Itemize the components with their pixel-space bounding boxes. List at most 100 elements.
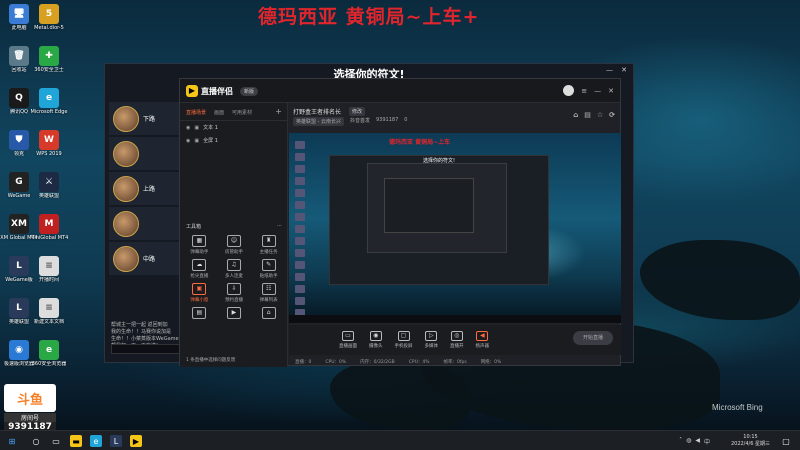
toolbox-item[interactable]: ♫ 多人连麦 <box>217 259 252 279</box>
stream-preview[interactable]: 德玛西亚 黄铜局~上车 选择你的符文! <box>289 133 621 323</box>
version-tag[interactable]: 新版 <box>240 86 259 96</box>
task-view-icon[interactable]: ▭ <box>50 435 62 447</box>
sidebar-tab[interactable]: 画面 <box>214 109 224 116</box>
league-icon[interactable]: L <box>110 435 122 447</box>
douyu-room-badge: 斗鱼 房间号 9391187 <box>4 384 56 432</box>
toolbox-item[interactable]: ♜ 主播任务 <box>251 235 286 255</box>
control-icon: ◎ <box>450 331 463 341</box>
header-tool-icon[interactable]: ▤ <box>584 111 591 119</box>
stream-control-button[interactable]: ▢ 手机投屏 <box>395 331 413 349</box>
tool-label: 房管助手 <box>224 250 243 255</box>
edit-room-button[interactable]: 修改 <box>349 107 366 116</box>
sidebar-tabs: 直播场景 画面 可用素材 <box>180 103 287 121</box>
clock-time: 10:15 <box>743 434 758 440</box>
header-tool-icon[interactable]: ⟳ <box>609 111 615 119</box>
status-item: 直播：0 <box>295 360 312 365</box>
desktop-icon[interactable]: e Microsoft Edge <box>30 88 68 115</box>
chevron-up-icon[interactable]: ˄ <box>679 437 682 446</box>
toolbox-title: 工具箱 <box>186 224 202 230</box>
sidebar-tab[interactable]: 可用素材 <box>232 109 252 116</box>
taskbar: ⊞ ○ ▭ ▬ e L ▶ ˄ ◍ ◀ 中 10:15 2022/4/6 星期三… <box>0 430 800 450</box>
champion-portrait <box>113 175 139 202</box>
toolbox-item[interactable]: ▶ <box>217 307 252 321</box>
lock-icon[interactable]: ▣ <box>194 125 199 131</box>
eye-icon[interactable]: ◉ <box>186 138 190 144</box>
champion-row[interactable]: 上路 <box>109 172 189 205</box>
notification-icon[interactable]: ▢ <box>780 435 792 447</box>
toolbox-item[interactable]: ☷ 弹幕列表 <box>251 283 286 303</box>
source-item[interactable]: ◉ ▣ 文本 1 <box>180 121 287 134</box>
desktop-app-icon: G <box>9 172 29 192</box>
sidebar-tab[interactable]: 直播场景 <box>186 109 206 116</box>
toolbox-item[interactable]: ▤ <box>182 307 217 321</box>
add-source-icon[interactable]: + <box>275 107 282 116</box>
header-tool-icon[interactable]: ⌂ <box>573 111 578 119</box>
lock-icon[interactable]: ▣ <box>194 138 199 144</box>
feedback-link[interactable]: 1 条直播中选择问题反馈 <box>186 357 235 363</box>
toolbox-item[interactable]: ▣ 弹幕小窗 <box>182 283 217 303</box>
desktop-icon[interactable]: W WPS 2019 <box>30 130 68 157</box>
streaming-app-window[interactable]: ▶ 直播伴侣 新版 ≡ — ✕ 直播场景 画面 可用素材 + ◉ ▣ 文本 1 ◉ ▣ 全屏 … <box>179 78 621 367</box>
desktop-icon[interactable]: ✚ 360安全卫士 <box>30 46 68 73</box>
room-info-item[interactable]: 英雄联盟 - 云南长兴 <box>293 117 344 126</box>
avatar[interactable] <box>563 85 575 96</box>
tool-label: 主播任务 <box>259 250 278 255</box>
desktop-app-icon: W <box>39 130 59 150</box>
champion-row[interactable]: 中路 <box>109 242 189 275</box>
clock[interactable]: 10:15 2022/4/6 星期三 <box>731 434 770 448</box>
desktop-icon[interactable]: ⚔ 英雄联盟 <box>30 172 68 199</box>
toolbox-more-icon[interactable]: ⋯ <box>277 223 282 230</box>
menu-icon[interactable]: ≡ <box>581 87 587 95</box>
champion-portrait <box>113 140 139 167</box>
file-explorer-icon[interactable]: ▬ <box>70 435 82 447</box>
desktop-icon[interactable]: ≡ 开播时间 <box>30 256 68 283</box>
toolbox-item[interactable]: ▦ 弹幕助手 <box>182 235 217 255</box>
stream-control-button[interactable]: ◎ 直播开 <box>450 331 464 349</box>
streaming-app-icon[interactable]: ▶ <box>130 435 142 447</box>
stream-control-button[interactable]: ▷ 多媒体 <box>425 331 438 349</box>
champion-row[interactable]: 下路 <box>109 102 189 135</box>
desktop-icon[interactable]: 5 Metal.dior-5 <box>30 4 68 31</box>
tool-icon: ⇩ <box>226 283 241 295</box>
desktop-app-icon: L <box>9 256 29 276</box>
stream-control-button[interactable]: ▭ 直播画面 <box>339 331 357 349</box>
minimize-icon[interactable]: — <box>606 66 613 74</box>
toolbox-item[interactable]: ✎ 贴纸助手 <box>251 259 286 279</box>
source-item[interactable]: ◉ ▣ 全屏 1 <box>180 134 287 147</box>
volume-icon[interactable]: ◀ <box>695 437 700 446</box>
edge-icon[interactable]: e <box>90 435 102 447</box>
ime-icon[interactable]: 中 <box>704 437 710 446</box>
toolbox-item[interactable]: ⌂ <box>251 307 286 321</box>
start-icon[interactable]: ⊞ <box>6 435 18 447</box>
control-icon: ▷ <box>425 331 438 341</box>
preview-desktop-icons <box>293 141 321 321</box>
desktop-icon[interactable]: ≡ 新建文本文档 <box>30 298 68 325</box>
desktop-icon[interactable]: M MiniGlobal MT4 <box>30 214 68 241</box>
start-stream-button[interactable]: 开始直播 <box>573 331 613 345</box>
stream-control-button[interactable]: ◀ 扬声器 <box>476 331 489 349</box>
tool-icon: ⌂ <box>261 307 276 319</box>
close-icon[interactable]: ✕ <box>608 87 614 95</box>
desktop-app-icon: ⛊ <box>9 130 29 150</box>
minimize-icon[interactable]: — <box>594 87 601 95</box>
champion-row[interactable] <box>109 137 189 170</box>
desktop-app-icon: M <box>39 214 59 234</box>
control-icon: ▭ <box>342 331 354 341</box>
desktop-icon-label: WPS 2019 <box>36 151 62 157</box>
toolbox-item[interactable]: ☁ 抢尖直播 <box>182 259 217 279</box>
eye-icon[interactable]: ◉ <box>186 125 190 131</box>
brand-logo-icon: ▶ <box>186 85 198 97</box>
toolbox-item[interactable]: ☺ 房管助手 <box>217 235 252 255</box>
desktop-app-icon: 5 <box>39 4 59 24</box>
desktop-icon[interactable]: e 360安全浏览器 <box>30 340 68 367</box>
champion-row[interactable] <box>109 207 189 240</box>
toolbox-item[interactable]: ⇩ 预约直播 <box>217 283 252 303</box>
header-tool-icon[interactable]: ☆ <box>597 111 603 119</box>
game-chat-input[interactable] <box>111 344 183 354</box>
source-label: 文本 1 <box>203 125 218 131</box>
search-icon[interactable]: ○ <box>30 435 42 447</box>
champion-portrait <box>113 245 139 272</box>
network-icon[interactable]: ◍ <box>686 437 691 446</box>
stream-control-button[interactable]: ◉ 摄像头 <box>369 331 383 349</box>
close-icon[interactable]: ✕ <box>621 66 627 74</box>
